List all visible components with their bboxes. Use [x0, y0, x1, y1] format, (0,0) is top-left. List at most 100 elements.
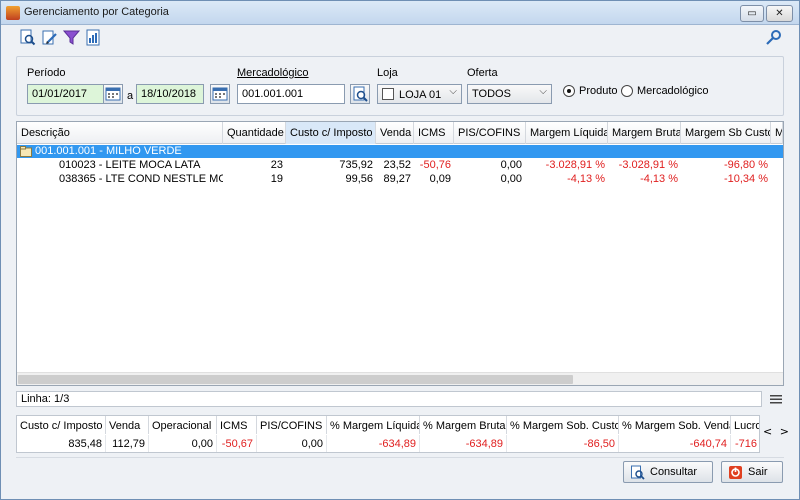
chevron-left-icon[interactable]: <: [763, 425, 772, 438]
oferta-label: Oferta: [467, 67, 498, 79]
edit-doc-icon[interactable]: [41, 29, 58, 46]
periodo-label: Período: [27, 67, 66, 79]
folder-icon: [20, 145, 34, 158]
total-value: 112,79: [106, 435, 149, 452]
radio-mercadologico-label: Mercadológico: [637, 85, 709, 97]
chevron-down-icon: ⌵: [539, 86, 547, 97]
cell-margem-sb-custo: -10,34 %: [723, 173, 768, 185]
window-title: Gerenciamento por Categoria: [24, 6, 169, 18]
close-icon: ✕: [775, 8, 784, 19]
col-more[interactable]: M: [771, 122, 783, 144]
calendar-icon: [105, 87, 121, 101]
cell-icms: -50,76: [419, 159, 451, 171]
col-margem-bruta[interactable]: Margem Bruta: [608, 122, 681, 144]
cell-quantidade: 19: [270, 173, 283, 185]
row-indicator: Linha: 1/3: [21, 393, 70, 405]
loja-checkbox[interactable]: [382, 88, 394, 100]
report-icon[interactable]: [85, 29, 102, 46]
horizontal-scrollbar[interactable]: [17, 372, 783, 385]
oferta-value: TODOS: [472, 88, 511, 100]
total-value: -716: [731, 435, 759, 452]
loja-label: Loja: [377, 67, 398, 79]
col-venda[interactable]: Venda: [376, 122, 414, 144]
total-header: ICMS: [217, 416, 257, 434]
total-header: Venda: [106, 416, 149, 434]
table-row[interactable]: 010023 - LEITE MOCA LATA 23 735,92 23,52…: [17, 159, 783, 172]
cell-custo: 99,56: [345, 173, 373, 185]
sair-button[interactable]: Sair: [721, 461, 783, 483]
radio-mercadologico[interactable]: Mercadológico: [621, 85, 709, 97]
total-value: 0,00: [257, 435, 327, 452]
hamburger-menu-icon[interactable]: [769, 393, 783, 405]
total-header: Lucro: [731, 416, 759, 434]
cell-margem-liquida: -4,13 %: [567, 173, 605, 185]
search-doc-icon: [631, 465, 645, 480]
date-from-field[interactable]: 01/01/2017: [27, 84, 111, 104]
total-header: % Margem Sob. Venda: [619, 416, 731, 434]
radio-produto-indicator: [563, 85, 575, 97]
cell-margem-bruta: -4,13 %: [640, 173, 678, 185]
status-bar: Linha: 1/3: [16, 391, 762, 407]
loja-select[interactable]: LOJA 01 ⌵: [377, 84, 462, 104]
cell-pis: 0,00: [500, 173, 522, 185]
cell-icms: 0,09: [429, 173, 451, 185]
cell-descricao: 038365 - LTE COND NESTLE MOCA: [59, 173, 223, 185]
table-row[interactable]: 038365 - LTE COND NESTLE MOCA 19 99,56 8…: [17, 173, 783, 186]
cell-margem-bruta: -3.028,91 %: [618, 159, 678, 171]
col-icms[interactable]: ICMS: [414, 122, 454, 144]
app-icon: [6, 6, 20, 20]
close-button[interactable]: ✕: [766, 5, 793, 22]
total-header: Operacional: [149, 416, 217, 434]
filter-icon[interactable]: [62, 29, 81, 46]
total-header: Custo c/ Imposto: [17, 416, 106, 434]
minimize-button[interactable]: ▭: [740, 5, 764, 22]
total-header: PIS/COFINS: [257, 416, 327, 434]
cell-descricao: 010023 - LEITE MOCA LATA: [59, 159, 201, 171]
mercadologico-field[interactable]: 001.001.001: [237, 84, 345, 104]
consultar-button[interactable]: Consultar: [623, 461, 713, 483]
col-margem-liquida[interactable]: Margem Líquida: [526, 122, 608, 144]
total-value: -634,89: [420, 435, 507, 452]
chevron-down-icon: ⌵: [449, 86, 457, 97]
cell-margem-sb-custo: -96,80 %: [723, 159, 768, 171]
minimize-icon: ▭: [747, 8, 757, 19]
zoom-doc-icon[interactable]: [19, 29, 36, 46]
sair-label: Sair: [748, 466, 768, 478]
cell-venda: 23,52: [383, 159, 411, 171]
search-key-icon[interactable]: [765, 29, 782, 46]
group-row[interactable]: 001.001.001 - MILHO VERDE: [17, 145, 783, 158]
exit-icon: [729, 465, 742, 479]
title-bar: Gerenciamento por Categoria ▭ ✕: [1, 1, 799, 25]
scrollbar-thumb[interactable]: [18, 375, 573, 384]
cell-custo: 735,92: [339, 159, 373, 171]
cell-venda: 89,27: [383, 173, 411, 185]
toolbar: [1, 26, 799, 50]
filter-panel: Período 01/01/2017 a 18/10/2018 Mercadol…: [16, 56, 784, 116]
a-label: a: [127, 90, 134, 102]
consultar-label: Consultar: [650, 466, 698, 478]
date-to-calendar-button[interactable]: [210, 84, 230, 104]
divider: [16, 457, 784, 458]
cell-quantidade: 23: [270, 159, 283, 171]
totals-table: Custo c/ Imposto Venda Operacional ICMS …: [16, 415, 760, 453]
mercadologico-lookup-button[interactable]: [350, 84, 370, 104]
lookup-icon: [353, 86, 368, 102]
col-margem-sb-custo[interactable]: Margem Sb Custo: [681, 122, 771, 144]
radio-produto[interactable]: Produto: [563, 85, 618, 97]
col-descricao[interactable]: Descrição: [17, 122, 223, 144]
results-grid[interactable]: Descrição Quantidade Custo c/ Imposto Ve…: [16, 121, 784, 386]
group-label: 001.001.001 - MILHO VERDE: [35, 145, 182, 157]
total-header: % Margem Sob. Custo: [507, 416, 619, 434]
col-quantidade[interactable]: Quantidade: [223, 122, 286, 144]
col-custo[interactable]: Custo c/ Imposto: [286, 122, 376, 144]
mercadologico-label[interactable]: Mercadológico: [237, 67, 309, 79]
col-pis-cofins[interactable]: PIS/COFINS: [454, 122, 526, 144]
total-header: % Margem Líquida: [327, 416, 420, 434]
loja-value: LOJA 01: [399, 89, 442, 101]
total-value: -640,74: [619, 435, 731, 452]
date-from-calendar-button[interactable]: [103, 84, 123, 104]
oferta-select[interactable]: TODOS ⌵: [467, 84, 552, 104]
total-header: % Margem Bruta: [420, 416, 507, 434]
date-to-field[interactable]: 18/10/2018: [136, 84, 204, 104]
chevron-right-icon[interactable]: >: [780, 425, 789, 438]
